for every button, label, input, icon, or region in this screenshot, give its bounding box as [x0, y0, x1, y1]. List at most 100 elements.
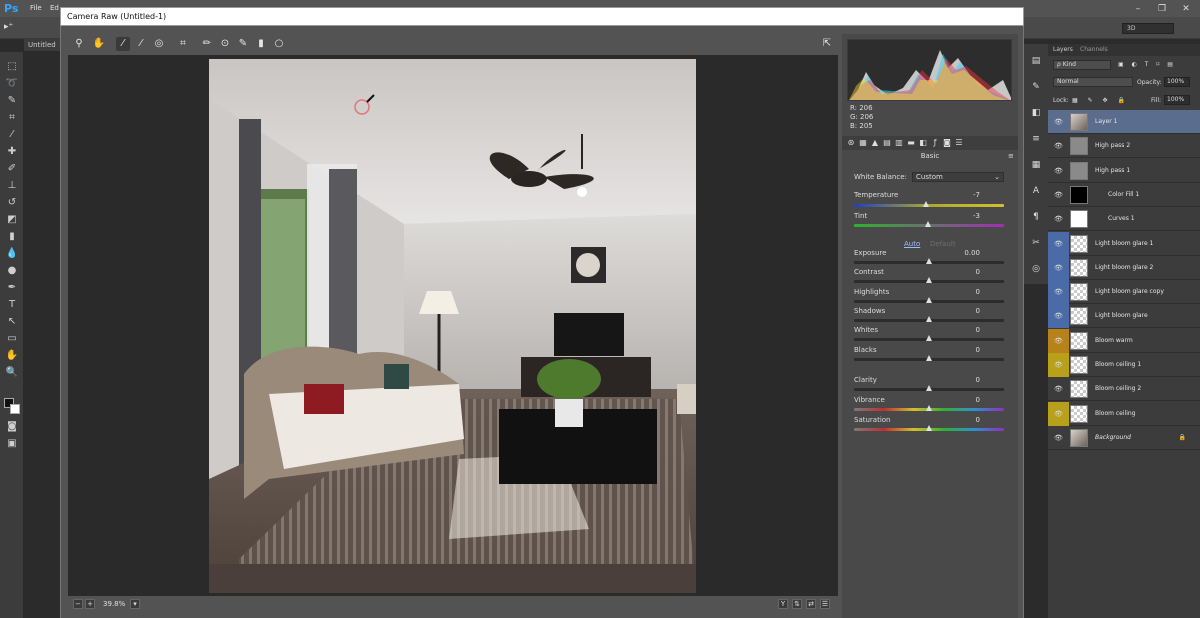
layer-row[interactable]: 👁 Curves 1: [1048, 207, 1200, 232]
visibility-toggle[interactable]: 👁: [1048, 134, 1069, 158]
layer-row[interactable]: 👁 Bloom ceiling 2: [1048, 377, 1200, 402]
white-balance-select[interactable]: Custom ⌄: [912, 172, 1004, 182]
layer-row[interactable]: 👁 Light bloom glare copy: [1048, 280, 1200, 305]
blacks-value[interactable]: 0: [976, 346, 980, 354]
eraser-tool-icon[interactable]: ◩: [5, 213, 19, 227]
contrast-value[interactable]: 0: [976, 268, 980, 276]
zoom-menu-chevron-icon[interactable]: ▾: [130, 599, 140, 609]
healing-tool-icon[interactable]: ✚: [5, 145, 19, 159]
exposure-value[interactable]: 0.00: [964, 249, 980, 257]
blur-tool-icon[interactable]: 💧: [5, 247, 19, 261]
graduated-filter-icon[interactable]: ▮: [254, 37, 268, 51]
split-toning-tab-icon[interactable]: ▥: [894, 138, 904, 148]
contrast-thumb[interactable]: [926, 277, 932, 283]
white-balance-tool-icon[interactable]: ⁄: [116, 37, 130, 51]
basic-tab-icon[interactable]: ⊛: [846, 138, 856, 148]
zoom-in-button[interactable]: +: [85, 599, 95, 609]
spot-removal-icon[interactable]: ✏: [200, 37, 214, 51]
zoom-out-button[interactable]: −: [73, 599, 83, 609]
preview-prefs-button[interactable]: ☰: [820, 599, 830, 609]
visibility-toggle[interactable]: 👁: [1048, 255, 1069, 280]
highlights-slider[interactable]: [854, 297, 1004, 303]
exposure-thumb[interactable]: [926, 258, 932, 264]
visibility-toggle[interactable]: 👁: [1048, 426, 1069, 450]
type-tool-icon[interactable]: T: [5, 298, 19, 312]
shadows-thumb[interactable]: [926, 316, 932, 322]
document-tab[interactable]: Untitled: [24, 39, 64, 51]
clarity-value[interactable]: 0: [976, 376, 980, 384]
opacity-field[interactable]: 100%: [1164, 77, 1190, 87]
screen-mode-icon[interactable]: ▣: [5, 437, 19, 451]
visibility-toggle[interactable]: 👁: [1048, 377, 1069, 401]
temperature-slider[interactable]: [854, 201, 1004, 207]
color-sampler-icon[interactable]: ⁄: [134, 37, 148, 51]
paragraph-panel-icon[interactable]: ¶: [1029, 210, 1043, 224]
highlights-thumb[interactable]: [926, 297, 932, 303]
visibility-toggle[interactable]: 👁: [1048, 304, 1069, 329]
saturation-slider[interactable]: [854, 425, 1004, 431]
visibility-toggle[interactable]: 👁: [1048, 110, 1069, 134]
hsl-tab-icon[interactable]: ▤: [882, 138, 892, 148]
presets-tab-icon[interactable]: ☰: [954, 138, 964, 148]
gradient-tool-icon[interactable]: ▮: [5, 230, 19, 244]
layer-row[interactable]: 👁 Light bloom glare 2: [1048, 255, 1200, 280]
visibility-toggle[interactable]: 👁: [1048, 328, 1069, 353]
copy-settings-button[interactable]: ⇄: [806, 599, 816, 609]
layer-row[interactable]: 👁 Bloom ceiling 1: [1048, 353, 1200, 377]
tab-channels[interactable]: Channels: [1080, 46, 1108, 53]
shadows-value[interactable]: 0: [976, 307, 980, 315]
crop-tool-icon[interactable]: ⌗: [5, 111, 19, 125]
layer-row[interactable]: 👁 Bloom warm: [1048, 328, 1200, 353]
quick-mask-icon[interactable]: ◙: [5, 420, 19, 434]
camera-calibration-tab-icon[interactable]: ◙: [942, 138, 952, 148]
zoom-icon[interactable]: ⚲: [72, 37, 86, 51]
photo-preview[interactable]: [209, 59, 696, 593]
exposure-slider[interactable]: [854, 258, 1004, 264]
crop-icon[interactable]: ⌗: [176, 37, 190, 51]
visibility-toggle[interactable]: 👁: [1048, 207, 1069, 231]
move-tool-icon[interactable]: ▸⁺: [4, 22, 13, 32]
3d-panel-icon[interactable]: ◎: [1029, 262, 1043, 276]
whites-thumb[interactable]: [926, 335, 932, 341]
lasso-tool-icon[interactable]: ➰: [5, 77, 19, 91]
fx-tab-icon[interactable]: ƒ: [930, 138, 940, 148]
swap-button[interactable]: ⇅: [792, 599, 802, 609]
temperature-thumb[interactable]: [923, 201, 929, 207]
effects-tab-icon[interactable]: ◧: [918, 138, 928, 148]
dodge-tool-icon[interactable]: ●: [5, 264, 19, 278]
visibility-toggle[interactable]: 👁: [1048, 401, 1069, 426]
layer-row[interactable]: 👁 High pass 1: [1048, 159, 1200, 183]
filter-icons[interactable]: ▣ ◐ T ⌑ ▤: [1118, 61, 1176, 68]
radial-filter-icon[interactable]: ○: [272, 37, 286, 51]
visibility-toggle[interactable]: 👁: [1048, 280, 1069, 305]
layer-row[interactable]: 👁 Light bloom glare 1: [1048, 231, 1200, 256]
zoom-tool-icon[interactable]: 🔍: [5, 366, 19, 380]
character-panel-icon[interactable]: A: [1029, 184, 1043, 198]
shadows-slider[interactable]: [854, 316, 1004, 322]
highlights-value[interactable]: 0: [976, 288, 980, 296]
properties-panel-icon[interactable]: ≡: [1029, 132, 1043, 146]
blend-mode-select[interactable]: Normal: [1053, 77, 1133, 87]
vibrance-thumb[interactable]: [926, 405, 932, 411]
blacks-slider[interactable]: [854, 355, 1004, 361]
path-select-icon[interactable]: ↖: [5, 315, 19, 329]
layer-row[interactable]: 👁 Color Fill 1: [1048, 183, 1200, 207]
close-icon[interactable]: ✕: [1176, 4, 1196, 14]
saturation-value[interactable]: 0: [976, 416, 980, 424]
temperature-value[interactable]: -7: [973, 191, 980, 199]
vibrance-slider[interactable]: [854, 405, 1004, 411]
detail-tab-icon[interactable]: ▲: [870, 138, 880, 148]
clarity-slider[interactable]: [854, 385, 1004, 391]
shape-tool-icon[interactable]: ▭: [5, 332, 19, 346]
whites-value[interactable]: 0: [976, 326, 980, 334]
menu-edit[interactable]: Ed: [50, 4, 59, 12]
adjustment-brush-icon[interactable]: ✎: [236, 37, 250, 51]
layer-row[interactable]: 👁 Background 🔒: [1048, 426, 1200, 450]
lock-icons[interactable]: ▦ ✎ ✥ 🔒: [1072, 97, 1129, 104]
targeted-adjust-icon[interactable]: ◎: [152, 37, 166, 51]
pen-tool-icon[interactable]: ✒: [5, 281, 19, 295]
visibility-toggle[interactable]: 👁: [1048, 183, 1069, 207]
history-brush-icon[interactable]: ↺: [5, 196, 19, 210]
tone-curve-tab-icon[interactable]: ▦: [858, 138, 868, 148]
layer-kind-filter[interactable]: ρ Kind: [1053, 60, 1111, 70]
